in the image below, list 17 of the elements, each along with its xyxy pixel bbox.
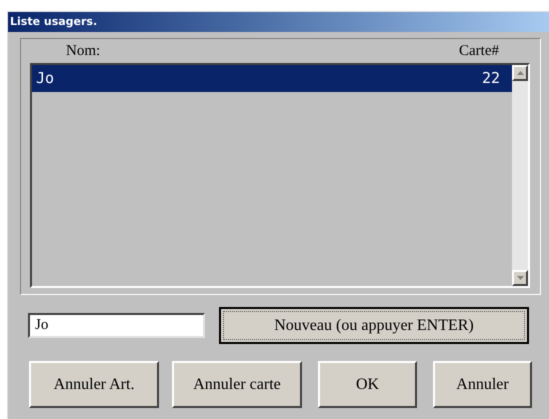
column-header: Carte# [459, 42, 499, 61]
dialog-button[interactable]: Annuler [433, 361, 532, 408]
new-button[interactable]: Nouveau (ou appuyer ENTER) [219, 307, 529, 344]
column-header: Nom: [66, 42, 100, 61]
user-name: Jo [36, 68, 54, 90]
dialog-button[interactable]: Annuler Art. [29, 361, 159, 408]
down-arrow-icon [516, 276, 524, 280]
dialog-button[interactable]: Annuler carte [172, 361, 302, 408]
list-row[interactable]: Jo 22 [32, 65, 512, 92]
scroll-up-button[interactable] [512, 65, 528, 81]
scroll-down-button[interactable] [512, 270, 528, 286]
scrollbar[interactable] [512, 65, 528, 286]
up-arrow-icon [516, 71, 524, 75]
dialog-button[interactable]: OK [318, 361, 417, 408]
card-number: 22 [482, 68, 501, 90]
name-input[interactable]: Jo [28, 313, 205, 338]
window-title: Liste usagers. [10, 14, 98, 30]
